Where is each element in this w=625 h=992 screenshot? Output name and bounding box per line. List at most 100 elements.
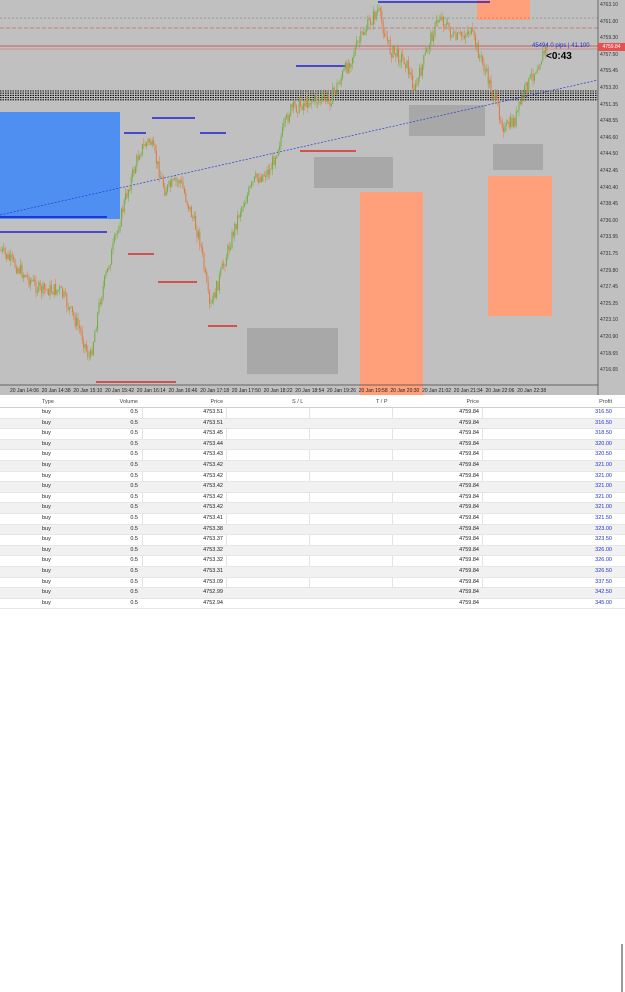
candle-body	[307, 96, 309, 108]
price-axis-label: 4723.10	[600, 317, 619, 324]
table-row[interactable]: buy 0.5 4753.42 4759.84 321.00	[0, 472, 625, 483]
candle-body	[165, 191, 167, 196]
cell-profit: 342.50	[595, 589, 612, 596]
candle-body	[63, 292, 65, 297]
candle-body	[262, 174, 264, 182]
candle-body	[374, 11, 376, 20]
candle-body	[269, 168, 271, 175]
price-axis-label: 4763.10	[600, 2, 619, 8]
candle-body	[144, 144, 146, 147]
table-row[interactable]: buy 0.5 4753.38 4759.84 323.00	[0, 524, 625, 536]
table-row[interactable]: buy 0.5 4753.09 4759.84 337.50	[0, 578, 625, 589]
position-label: 45494.0 pips | 41.100	[532, 43, 590, 49]
candle-body	[318, 100, 320, 103]
candle-body	[238, 215, 240, 217]
candle-body	[182, 181, 184, 189]
table-row[interactable]: buy 0.5 4753.37 4759.84 323.50	[0, 535, 625, 546]
candle-body	[158, 161, 160, 178]
candle-body	[272, 156, 274, 170]
candle-body	[393, 45, 395, 54]
table-row[interactable]: buy 0.5 4753.42 4759.84 321.00	[0, 460, 625, 472]
time-axis-label: 20 Jan 14:38	[41, 388, 71, 394]
table-row[interactable]: buy 0.5 4753.42 4759.84 321.00	[0, 503, 625, 514]
zone-orange-2	[488, 176, 552, 316]
cell-profit: 320.50	[595, 451, 612, 458]
table-row[interactable]: buy 0.5 4753.32 4759.84 326.00	[0, 556, 625, 567]
candle-body	[370, 20, 372, 25]
candle-body	[242, 207, 244, 208]
candle-body	[356, 41, 358, 48]
table-row[interactable]: buy 0.5 4753.43 4759.84 320.50	[0, 450, 625, 461]
candle-body	[281, 127, 283, 137]
candle-body	[524, 85, 526, 98]
table-row[interactable]: buy 0.5 4753.51 4759.84 316.50	[0, 418, 625, 430]
candle-body	[221, 263, 223, 269]
candle-body	[108, 268, 110, 269]
candle-body	[347, 63, 349, 73]
candle-body	[67, 306, 69, 310]
candle-body	[496, 93, 498, 99]
candle-body	[330, 103, 332, 107]
table-row[interactable]: buy 0.5 4753.44 4759.84 320.00	[0, 439, 625, 451]
table-row[interactable]: buy 0.5 4753.45 4759.84 318.50	[0, 429, 625, 440]
candle-body	[388, 40, 390, 41]
time-axis-label: 20 Jan 21:34	[453, 388, 483, 394]
candle-body	[118, 231, 120, 232]
table-row[interactable]: buy 0.5 4752.99 4759.84 342.50	[0, 588, 625, 599]
candle-body	[346, 62, 348, 73]
candle-body	[286, 114, 288, 118]
zone-orange-top	[477, 0, 530, 20]
candle-body	[98, 302, 100, 313]
candle-body	[45, 289, 47, 290]
cell-profit: 326.00	[595, 557, 612, 564]
candle-body	[99, 302, 101, 305]
table-row[interactable]: buy 0.5 4753.42 4759.84 321.00	[0, 493, 625, 504]
candle-body	[210, 303, 212, 304]
candle-body	[319, 100, 321, 101]
candle-body	[245, 202, 247, 204]
table-row[interactable]: buy 0.5 4753.32 4759.84 326.00	[0, 545, 625, 557]
price-axis-label: 4748.55	[600, 118, 619, 125]
candle-body	[476, 43, 478, 48]
cell-profit: 321.00	[595, 483, 612, 490]
table-row[interactable]: buy 0.5 4753.41 4759.84 321.50	[0, 514, 625, 525]
candle-body	[94, 331, 96, 343]
cell-profit: 345.00	[595, 599, 612, 606]
candle-body	[312, 100, 314, 102]
candle-body	[535, 72, 537, 74]
candle-body	[4, 247, 6, 254]
candle-body	[167, 184, 169, 192]
candle-body	[161, 176, 163, 178]
candle-body	[518, 101, 520, 111]
table-row[interactable]: buy 0.5 4753.31 4759.84 326.50	[0, 566, 625, 578]
candle-body	[279, 146, 281, 150]
candle-body	[451, 35, 453, 37]
candle-body	[294, 101, 296, 106]
candle-body	[111, 249, 113, 265]
candle-body	[538, 69, 540, 70]
candle-body	[192, 217, 194, 219]
candle-body	[217, 281, 219, 291]
table-scrollbar[interactable]	[621, 944, 623, 992]
candle-body	[35, 281, 37, 293]
price-axis-label: 4757.50	[600, 51, 619, 58]
candle-body	[333, 87, 335, 92]
candle-body	[251, 182, 253, 186]
price-axis-label: 4759.30	[600, 35, 619, 42]
candle-body	[382, 22, 384, 34]
table-row[interactable]: buy 0.5 4752.94 4759.84 345.00	[0, 599, 625, 610]
price-chart[interactable]: 4763.10 4761.00 4759.30 4757.50 4755.45 4753.…	[0, 0, 625, 395]
candle-body	[116, 231, 118, 235]
candle-body	[384, 33, 386, 37]
chart-canvas[interactable]	[0, 0, 625, 395]
candle-body	[295, 105, 297, 113]
table-row[interactable]: buy 0.5 4753.51 4759.84 316.50	[0, 408, 625, 419]
candle-body	[137, 155, 139, 160]
header-profit[interactable]: Profit	[0, 398, 612, 407]
candle-body	[197, 231, 199, 238]
candle-body	[186, 201, 188, 205]
current-price-tag: 4759.84	[598, 43, 625, 51]
candle-body	[227, 245, 229, 258]
candle-body	[122, 208, 124, 212]
table-row[interactable]: buy 0.5 4753.42 4759.84 321.00	[0, 482, 625, 493]
